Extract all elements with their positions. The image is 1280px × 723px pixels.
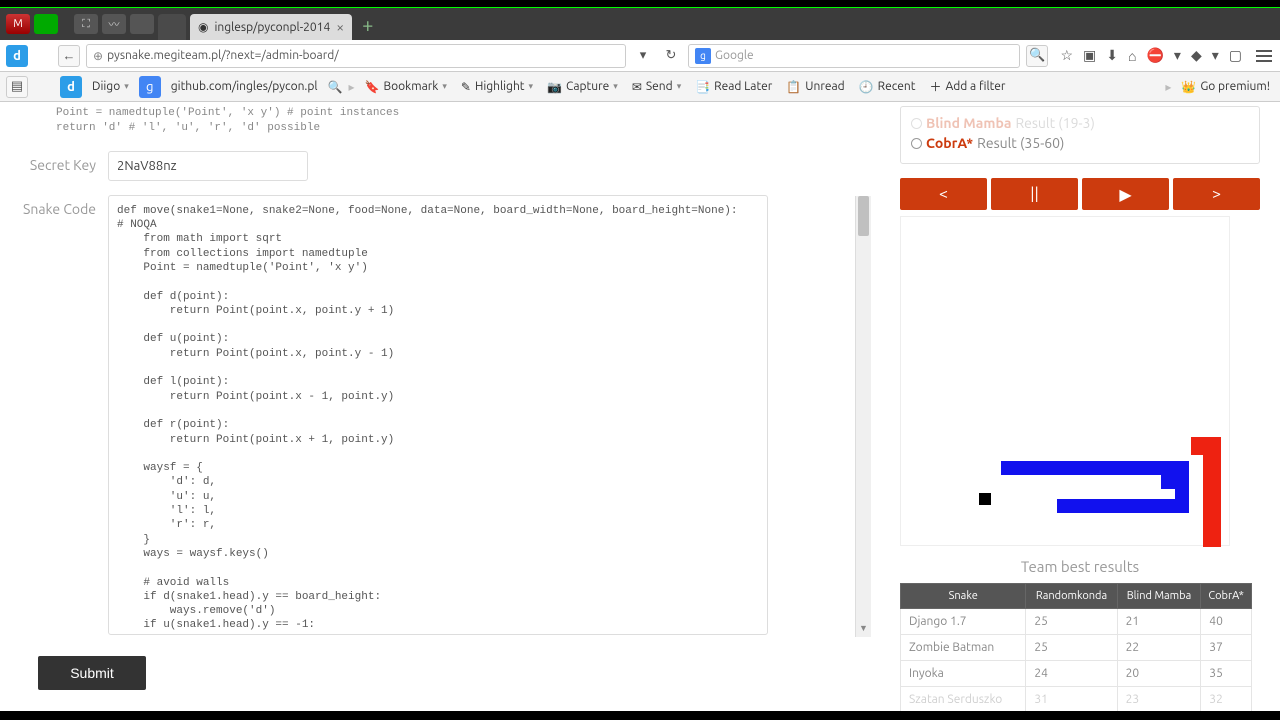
premium-button[interactable]: 👑Go premium! (1177, 76, 1274, 98)
prev-button[interactable]: < (900, 178, 987, 210)
recent-button[interactable]: 🕘Recent (855, 76, 920, 98)
search-placeholder: Google (715, 49, 754, 62)
col-blindmamba: Blind Mamba (1117, 584, 1201, 609)
favicon-icon: ◉ (198, 20, 208, 34)
col-randomkonda: Randomkonda (1026, 584, 1117, 609)
col-cobra: CobrA* (1201, 584, 1252, 609)
launcher-icon[interactable]: 〰 (102, 14, 126, 34)
snake-code-textarea[interactable] (108, 195, 768, 635)
hint-text: Point = namedtuple('Point', 'x y') # poi… (10, 106, 870, 121)
new-tab-button[interactable]: + (356, 13, 379, 36)
tab-title: inglesp/pyconpl-2014 (214, 21, 330, 34)
ext-icon[interactable]: ◆ (1191, 47, 1202, 64)
panel-icon[interactable]: ▤ (6, 76, 28, 98)
window-tab-bar: M ⛶ 〰 ◉ inglesp/pyconpl-2014 × + (0, 8, 1280, 40)
search-small-icon[interactable]: 🔍 (328, 80, 343, 94)
table-row: Inyoka242035 (901, 661, 1252, 687)
close-tab-icon[interactable]: × (336, 19, 344, 35)
google-icon: g (695, 48, 711, 64)
url-bar: d ← ⊕ pysnake.megiteam.pl/?next=/admin-b… (0, 40, 1280, 72)
browser-tab-active[interactable]: ◉ inglesp/pyconpl-2014 × (190, 14, 352, 40)
secret-key-input[interactable]: 2NaV88nz (108, 151, 308, 181)
unread-button[interactable]: 📋Unread (782, 76, 848, 98)
ext-icon[interactable]: ▾ (1212, 47, 1219, 64)
address-input[interactable]: ⊕ pysnake.megiteam.pl/?next=/admin-board… (86, 44, 626, 68)
launcher-icon[interactable] (34, 14, 58, 34)
team-best-results-title: Team best results (900, 558, 1260, 575)
highlight-button[interactable]: ✎Highlight (457, 76, 537, 98)
launcher-icon-mail[interactable]: M (6, 14, 30, 34)
globe-icon: ⊕ (93, 49, 103, 63)
results-panel: Blind Mamba Result (19-3) CobrA* Result … (900, 106, 1260, 164)
send-button[interactable]: ✉Send (628, 76, 685, 98)
star-icon[interactable]: ☆ (1060, 47, 1073, 64)
pause-button[interactable]: || (991, 178, 1078, 210)
url-text: pysnake.megiteam.pl/?next=/admin-board/ (107, 49, 339, 62)
adblock-icon[interactable]: ⛔ (1146, 47, 1163, 64)
google-icon: g (139, 76, 161, 98)
scroll-down-icon[interactable]: ▼ (856, 623, 871, 637)
reload-button[interactable]: ▾ (632, 48, 654, 63)
diigo-icon[interactable]: d (6, 45, 28, 67)
launcher-icon[interactable]: ⛶ (74, 14, 98, 34)
radio-icon[interactable] (911, 118, 922, 129)
reload-button[interactable]: ↻ (660, 48, 682, 63)
next-button[interactable]: > (1173, 178, 1260, 210)
home-icon[interactable]: ⌂ (1128, 48, 1136, 64)
readlater-button[interactable]: 📑Read Later (691, 76, 776, 98)
table-row: Django 1.7252140 (901, 609, 1252, 635)
hint-text: return 'd' # 'l', 'u', 'r', 'd' possible (10, 121, 870, 136)
result-option[interactable]: Blind Mamba Result (19-3) (911, 113, 1249, 133)
results-table: Snake Randomkonda Blind Mamba CobrA* Dja… (900, 583, 1252, 713)
radio-icon[interactable] (911, 138, 922, 149)
diigo-logo-icon: d (60, 76, 82, 98)
snake-code-label: Snake Code (10, 195, 96, 217)
table-header-row: Snake Randomkonda Blind Mamba CobrA* (901, 584, 1252, 609)
diigo-combo[interactable]: github.com/ingles/pycon.pl (167, 76, 322, 98)
diigo-toolbar: ▤ d Diigo g github.com/ingles/pycon.pl 🔍… (0, 72, 1280, 102)
table-row: Zombie Batman252237 (901, 635, 1252, 661)
clipboard-icon[interactable]: ▣ (1083, 47, 1096, 64)
download-icon[interactable]: ⬇ (1106, 47, 1118, 64)
col-snake: Snake (901, 584, 1026, 609)
bookmark-button[interactable]: 🔖Bookmark (361, 76, 451, 98)
play-button[interactable]: ▶ (1082, 178, 1169, 210)
diigo-menu[interactable]: Diigo (88, 76, 133, 98)
search-icon[interactable]: 🔍 (1026, 45, 1048, 67)
back-button[interactable]: ← (58, 45, 80, 67)
submit-button[interactable]: Submit (38, 656, 146, 690)
capture-button[interactable]: 📷Capture (543, 76, 622, 98)
game-board (900, 216, 1230, 546)
scrollbar[interactable]: ▲ ▼ (855, 196, 871, 637)
addfilter-button[interactable]: ＋Add a filter (925, 76, 1009, 98)
result-option[interactable]: CobrA* Result (35-60) (911, 133, 1249, 153)
ext-icon[interactable]: ▢ (1229, 47, 1242, 64)
playback-controls: < || ▶ > (900, 178, 1260, 210)
scroll-thumb[interactable] (858, 196, 869, 236)
search-input[interactable]: g Google (688, 44, 1020, 68)
secret-key-label: Secret Key (10, 151, 96, 173)
launcher-icon[interactable] (130, 14, 154, 34)
ext-icon[interactable]: ▾ (1174, 47, 1181, 64)
menu-button[interactable] (1254, 48, 1274, 64)
browser-tab-inactive[interactable] (158, 14, 186, 40)
table-row: Szatan Serduszko312332 (901, 687, 1252, 713)
